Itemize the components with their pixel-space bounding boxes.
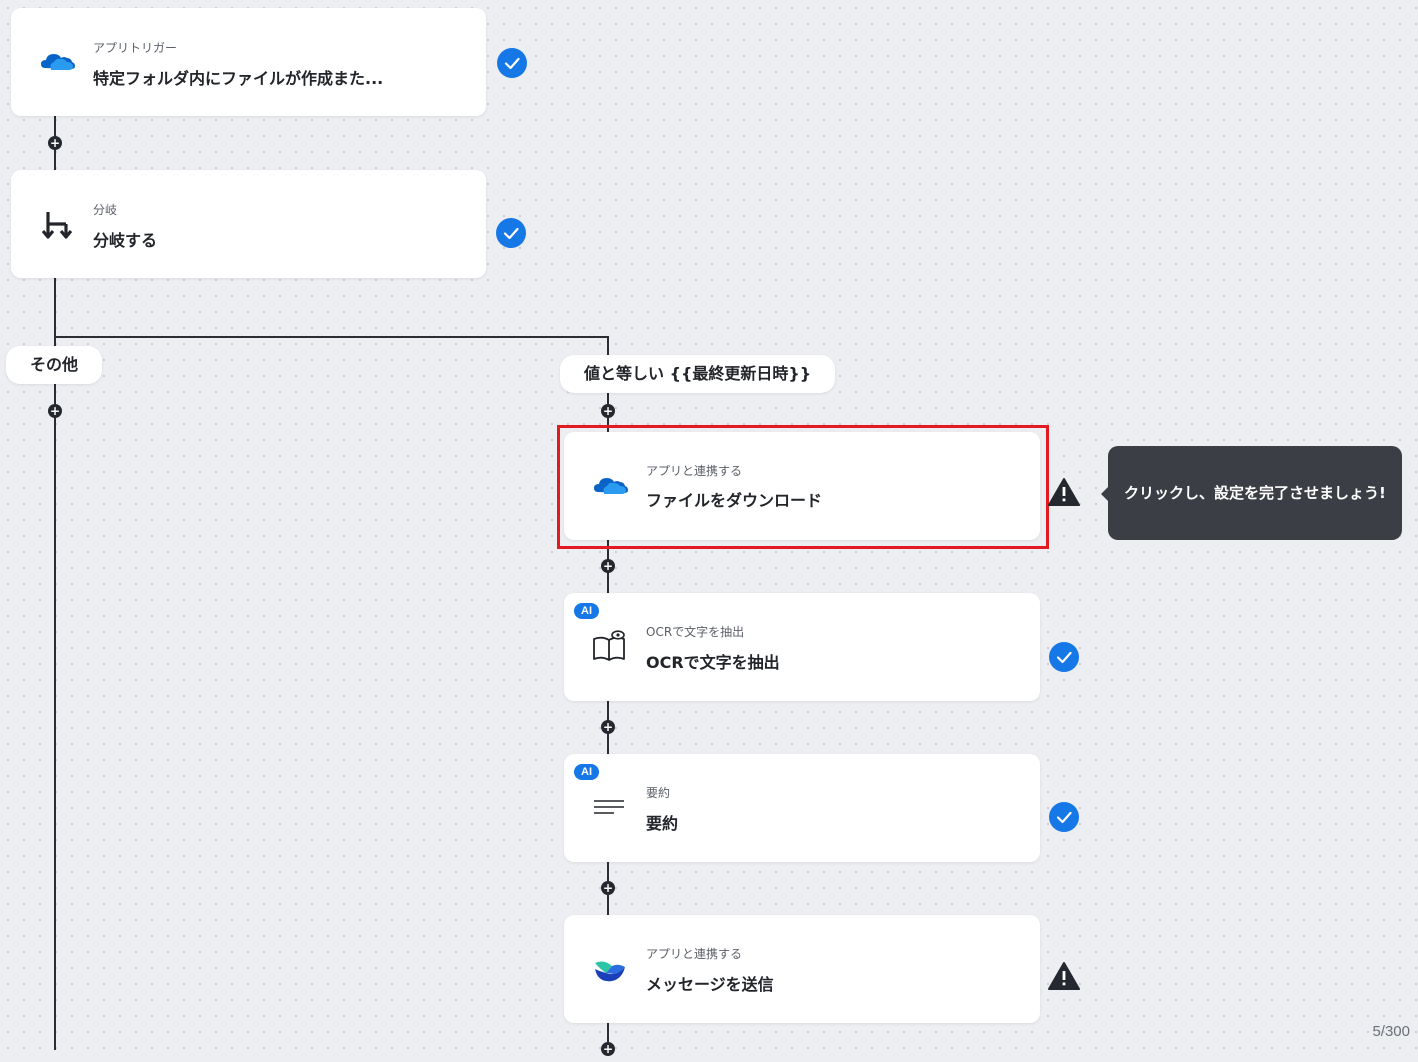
branch-split-line — [54, 336, 608, 338]
text-lines-icon — [594, 800, 624, 814]
add-step-button[interactable]: + — [601, 1042, 615, 1056]
branch-icon — [41, 212, 73, 239]
check-icon — [496, 218, 526, 248]
flow-step-branch[interactable]: 分岐 分岐する — [11, 170, 486, 278]
flow-step-download[interactable]: アプリと連携する ファイルをダウンロード — [564, 432, 1040, 540]
branch-label-other[interactable]: その他 — [6, 346, 103, 384]
step-subtitle: 要約 — [646, 786, 671, 800]
add-step-button[interactable]: + — [601, 881, 615, 895]
add-step-button[interactable]: + — [601, 559, 615, 573]
step-title: OCRで文字を抽出 — [646, 653, 780, 672]
ai-badge: AI — [574, 603, 599, 619]
tooltip: クリックし、設定を完了させましょう! — [1101, 446, 1402, 540]
flow-step-message[interactable]: アプリと連携する メッセージを送信 — [564, 915, 1040, 1023]
check-icon — [1049, 642, 1079, 672]
step-title: メッセージを送信 — [646, 975, 774, 994]
ocr-book-icon — [593, 630, 625, 661]
step-counter: 5/300 — [1372, 1023, 1410, 1040]
step-subtitle: アプリと連携する — [646, 464, 743, 478]
warning-icon — [1048, 478, 1080, 506]
flow-step-ocr[interactable]: AI OCRで文字を抽出 OCRで文字を抽出 — [564, 593, 1040, 701]
add-step-button[interactable]: + — [48, 136, 62, 150]
chatwork-icon — [595, 961, 625, 982]
step-subtitle: OCRで文字を抽出 — [646, 625, 745, 639]
flow-step-trigger[interactable]: アプリトリガー 特定フォルダ内にファイルが作成また... — [11, 8, 486, 116]
onedrive-icon — [594, 478, 628, 494]
step-title: 分岐する — [93, 231, 158, 250]
step-title: 特定フォルダ内にファイルが作成また... — [93, 69, 384, 88]
step-title: ファイルをダウンロード — [646, 491, 823, 510]
onedrive-icon — [41, 54, 75, 70]
step-subtitle: アプリと連携する — [646, 947, 743, 961]
flow-step-summary[interactable]: AI 要約 要約 — [564, 754, 1040, 862]
warning-icon — [1048, 962, 1080, 990]
step-subtitle: 分岐 — [93, 203, 118, 217]
check-icon — [1049, 802, 1079, 832]
step-subtitle: アプリトリガー — [93, 41, 178, 55]
add-step-button[interactable]: + — [601, 404, 615, 418]
add-step-button[interactable]: + — [601, 720, 615, 734]
check-icon — [497, 48, 527, 78]
ai-badge: AI — [574, 764, 599, 780]
step-title: 要約 — [646, 814, 679, 833]
add-step-button[interactable]: + — [48, 404, 62, 418]
branch-label-condition[interactable]: 値と等しい {{最終更新日時}} — [560, 355, 836, 393]
